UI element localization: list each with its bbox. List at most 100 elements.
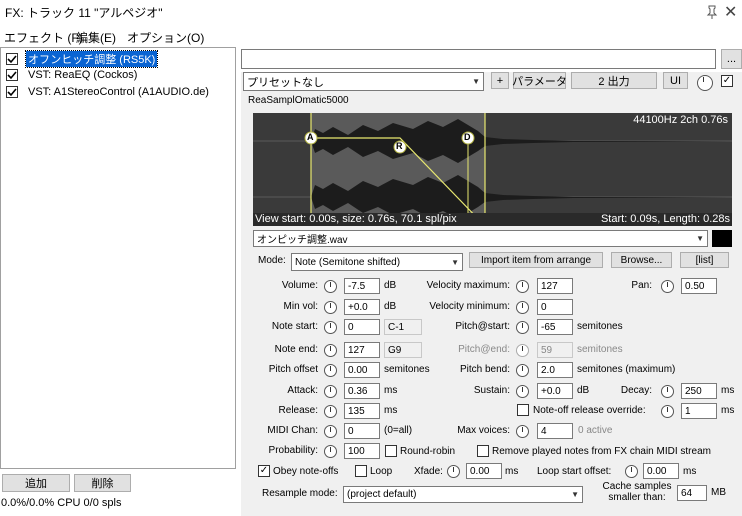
vel-min-knob[interactable]	[516, 301, 529, 314]
note-start-knob[interactable]	[324, 321, 337, 334]
xfade-label: Xfade:	[414, 466, 443, 477]
browse-button[interactable]: Browse...	[611, 252, 672, 268]
max-voices-knob[interactable]	[516, 425, 529, 438]
pitch-end-unit: semitones	[577, 344, 623, 355]
attack-marker[interactable]: A	[307, 132, 314, 142]
midi-chan-input[interactable]: 0	[344, 423, 380, 439]
obey-noteoffs-label: Obey note-offs	[273, 466, 339, 477]
cache-size-input[interactable]: 64	[677, 485, 707, 501]
loop-checkbox[interactable]	[355, 465, 367, 477]
active-voices: 0 active	[578, 425, 613, 436]
fx-enable-checkbox[interactable]	[6, 85, 18, 98]
plugin-name: ReaSamplOmatic5000	[248, 95, 349, 106]
probability-knob[interactable]	[324, 445, 337, 458]
pan-input[interactable]: 0.50	[681, 278, 717, 294]
resample-dropdown[interactable]: (project default) ▼	[343, 486, 583, 503]
note-end-input[interactable]: 127	[344, 342, 380, 358]
min-vol-input[interactable]: +0.0	[344, 299, 380, 315]
ui-button[interactable]: UI	[663, 72, 688, 89]
loop-start-knob[interactable]	[625, 465, 638, 478]
decay-knob[interactable]	[661, 385, 674, 398]
loop-label: Loop	[370, 466, 393, 477]
noteoff-override-input[interactable]: 1	[681, 403, 717, 419]
vel-max-label: Velocity maximum:	[426, 280, 510, 291]
sustain-knob[interactable]	[516, 385, 529, 398]
midi-chan-knob[interactable]	[324, 425, 337, 438]
list-button[interactable]: [list]	[680, 252, 729, 268]
vel-max-input[interactable]: 127	[537, 278, 573, 294]
add-preset-button[interactable]: +	[491, 72, 509, 89]
fx-enable-checkbox[interactable]	[6, 68, 18, 81]
cpu-status: 0.0%/0.0% CPU 0/0 spls	[1, 497, 122, 509]
attack-unit: ms	[384, 385, 398, 396]
fx-item-stereocontrol[interactable]: VST: A1StereoControl (A1AUDIO.de)	[6, 84, 211, 99]
note-end-label: Note end:	[274, 344, 318, 355]
more-button[interactable]: ...	[721, 49, 742, 69]
loop-start-input[interactable]: 0.00	[643, 463, 679, 479]
waveform-display[interactable]: A R D 44100Hz 2ch 0.76s View start: 0.00…	[253, 113, 732, 226]
attack-label: Attack:	[287, 385, 318, 396]
remove-fx-button[interactable]: 削除	[74, 474, 131, 492]
sample-file-dropdown[interactable]: オンピッチ調整.wav ▼	[253, 230, 708, 247]
release-marker[interactable]: R	[396, 141, 403, 151]
pitch-start-knob[interactable]	[516, 321, 529, 334]
probability-input[interactable]: 100	[344, 443, 380, 459]
resample-value: (project default)	[347, 489, 417, 500]
obey-noteoffs-checkbox[interactable]: ✓	[258, 465, 270, 477]
xfade-knob[interactable]	[447, 465, 460, 478]
menu-edit[interactable]: 編集(E)	[76, 29, 116, 46]
attack-input[interactable]: 0.36	[344, 383, 380, 399]
noteoff-override-knob[interactable]	[661, 405, 674, 418]
release-knob[interactable]	[324, 405, 337, 418]
menu-options[interactable]: オプション(O)	[127, 29, 204, 46]
round-robin-label: Round-robin	[400, 446, 456, 457]
pan-knob[interactable]	[661, 280, 674, 293]
add-fx-button[interactable]: 追加	[2, 474, 70, 492]
pin-icon[interactable]	[704, 4, 720, 20]
wet-knob[interactable]	[697, 75, 713, 91]
vel-max-knob[interactable]	[516, 280, 529, 293]
fx-item-reaeq[interactable]: VST: ReaEQ (Cockos)	[6, 67, 139, 82]
fx-enable-checkbox[interactable]	[6, 52, 18, 65]
fx-item-label: VST: ReaEQ (Cockos)	[28, 68, 138, 81]
fx-chain-list[interactable]	[0, 47, 236, 469]
mode-dropdown[interactable]: Note (Semitone shifted) ▼	[291, 253, 463, 271]
max-voices-input[interactable]: 4	[537, 423, 573, 439]
note-start-label: Note start:	[271, 321, 318, 332]
pitch-bend-knob[interactable]	[516, 364, 529, 377]
resample-label: Resample mode:	[262, 488, 338, 499]
fx-item-rs5k[interactable]: オフンヒッチ調整 (RS5K)	[6, 49, 159, 68]
volume-input[interactable]: -7.5	[344, 278, 380, 294]
volume-knob[interactable]	[324, 280, 337, 293]
bypass-checkbox[interactable]: ✓	[721, 75, 733, 87]
attack-knob[interactable]	[324, 385, 337, 398]
noteoff-override-checkbox[interactable]	[517, 404, 529, 416]
note-end-knob[interactable]	[324, 344, 337, 357]
color-swatch[interactable]	[712, 230, 732, 247]
parameters-button[interactable]: パラメータ	[512, 72, 567, 89]
xfade-input[interactable]: 0.00	[466, 463, 502, 479]
decay-input[interactable]: 250	[681, 383, 717, 399]
import-item-button[interactable]: Import item from arrange	[469, 252, 603, 268]
release-input[interactable]: 135	[344, 403, 380, 419]
menu-effect[interactable]: エフェクト (F)	[4, 29, 83, 46]
pitch-bend-input[interactable]: 2.0	[537, 362, 573, 378]
preset-dropdown[interactable]: プリセットなし ▼	[243, 72, 484, 91]
round-robin-checkbox[interactable]	[385, 445, 397, 457]
chevron-down-icon: ▼	[696, 234, 704, 243]
pitch-end-label: Pitch@end:	[458, 344, 510, 355]
output-button[interactable]: 2 出力	[571, 72, 657, 89]
pitch-start-input[interactable]: -65	[537, 319, 573, 335]
remove-played-checkbox[interactable]	[477, 445, 489, 457]
midi-chan-label: MIDI Chan:	[267, 425, 318, 436]
decay-marker[interactable]: D	[464, 132, 471, 142]
vel-min-input[interactable]: 0	[537, 299, 573, 315]
note-start-input[interactable]: 0	[344, 319, 380, 335]
preset-name-field[interactable]	[241, 49, 716, 69]
pitch-offset-knob[interactable]	[324, 364, 337, 377]
close-icon[interactable]: ✕	[724, 2, 742, 22]
min-vol-knob[interactable]	[324, 301, 337, 314]
pitch-offset-input[interactable]: 0.00	[344, 362, 380, 378]
sustain-input[interactable]: +0.0	[537, 383, 573, 399]
pitch-offset-label: Pitch offset	[268, 364, 318, 375]
